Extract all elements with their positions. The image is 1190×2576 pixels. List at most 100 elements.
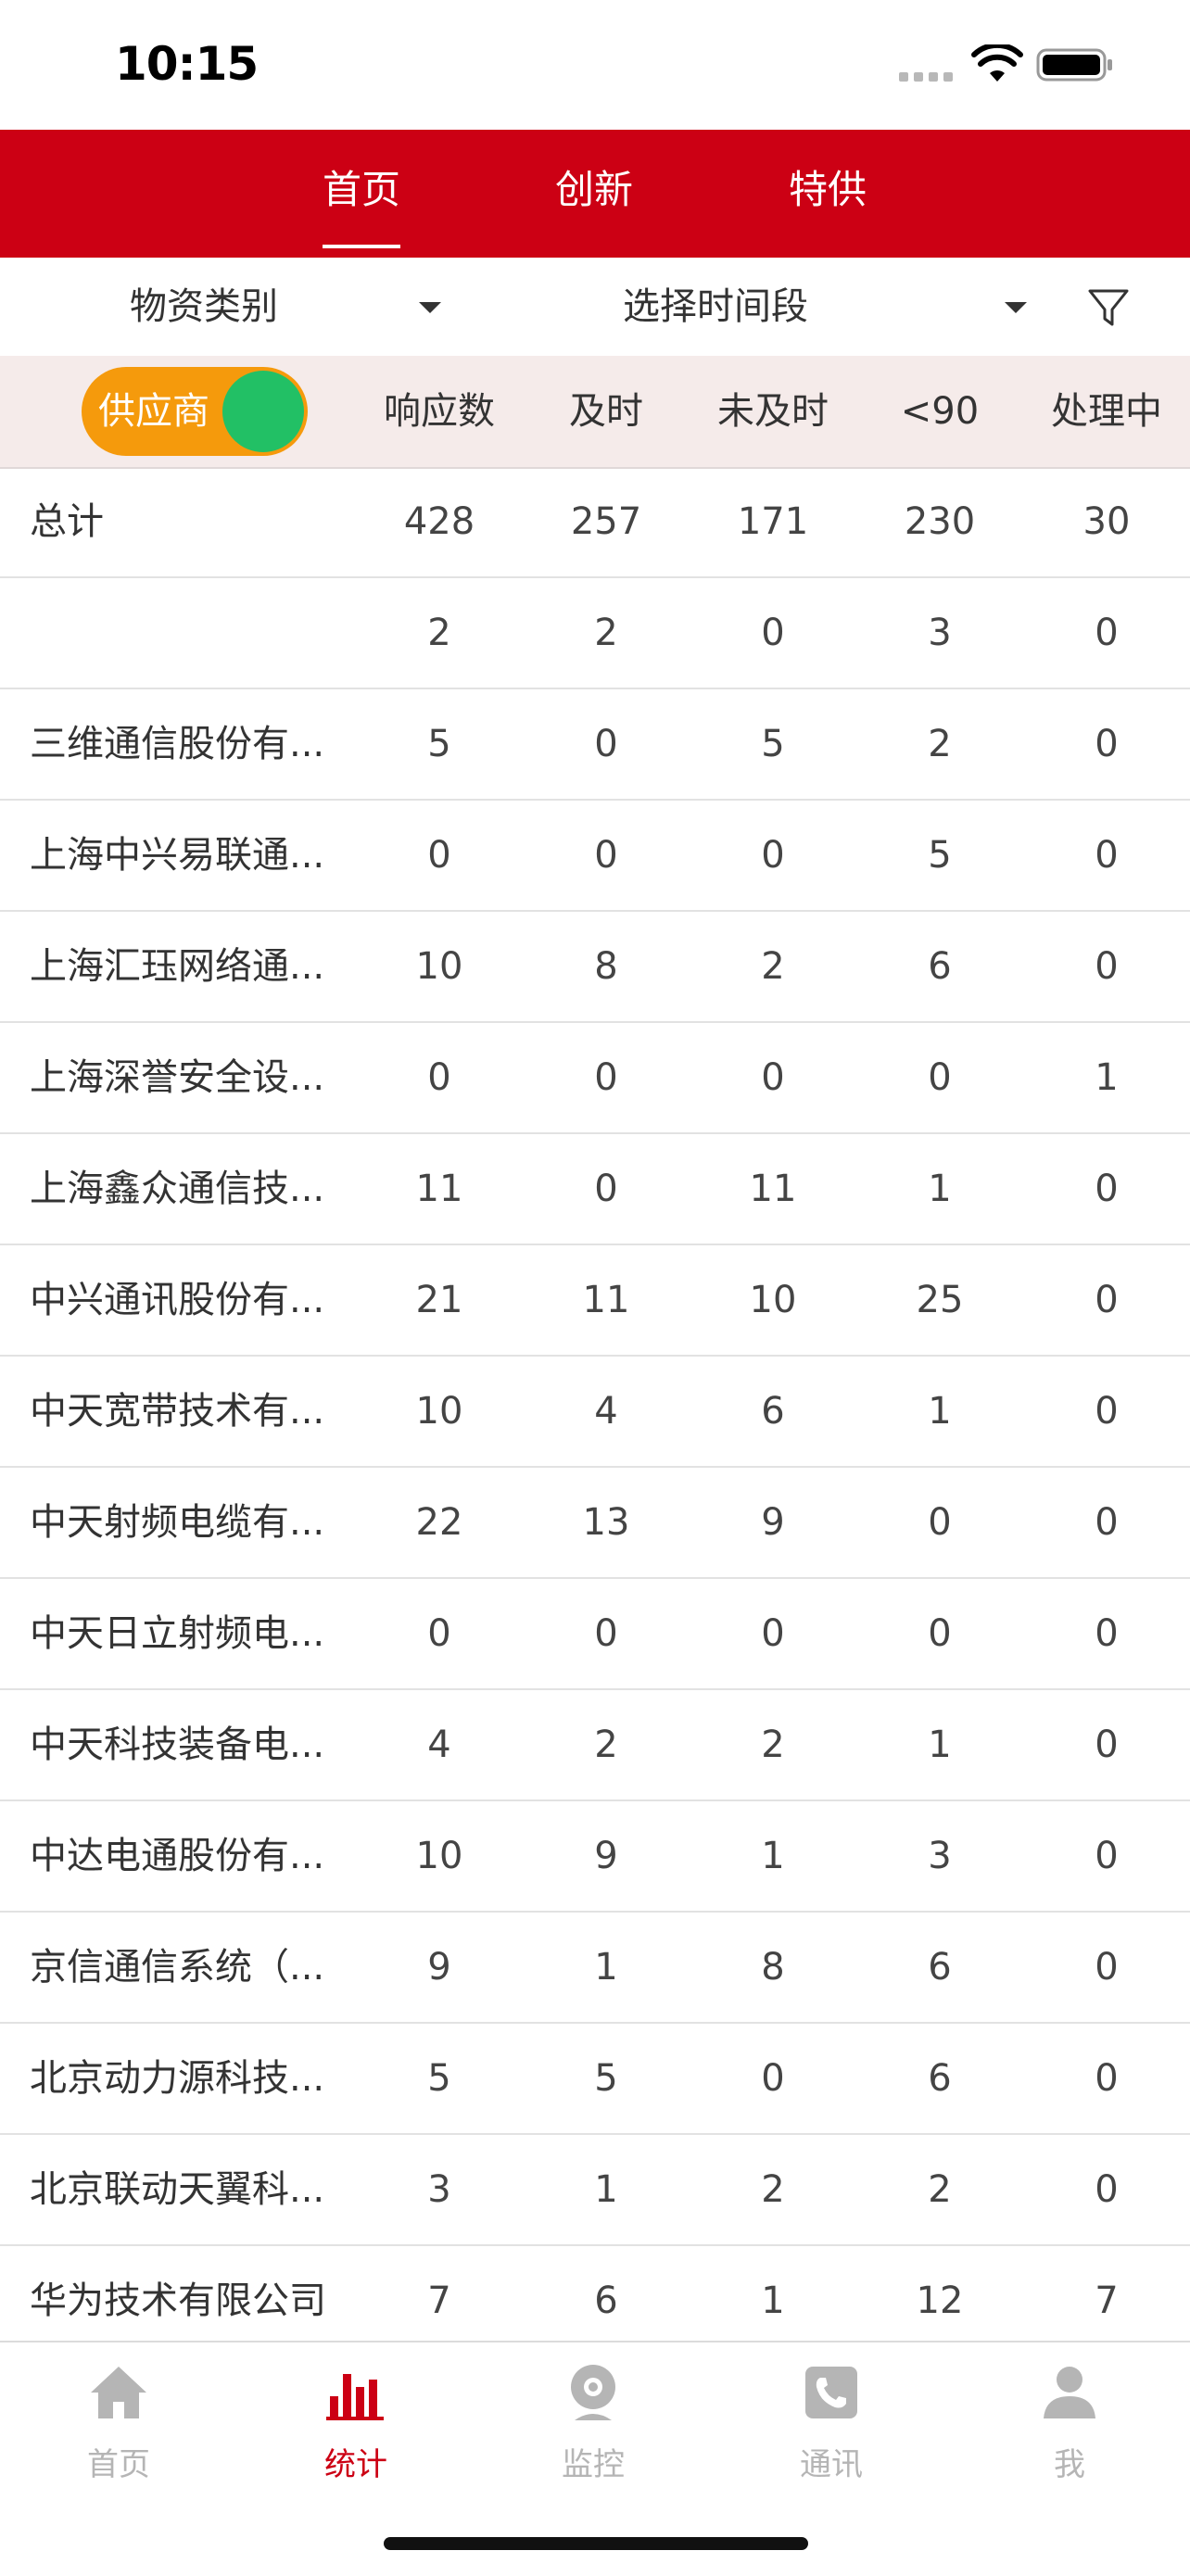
table-cell: 7 — [1095, 2279, 1119, 2322]
table-cell: 0 — [1095, 834, 1119, 877]
table-cell: 2 — [594, 1724, 618, 1766]
user-icon — [1044, 2367, 1095, 2418]
table-row[interactable]: 北京联动天翼科... 3 1 2 2 0 — [0, 2135, 1190, 2246]
table-cell: 0 — [1095, 723, 1119, 765]
table-cell: 0 — [1095, 1946, 1119, 1989]
table-cell: 11 — [582, 1279, 630, 1321]
bottom-tab-monitor-label: 监控 — [562, 2446, 625, 2483]
table-cell: 9 — [427, 1946, 451, 1989]
table-cell: 5 — [761, 723, 785, 765]
table-row[interactable]: 2 2 0 3 0 — [0, 578, 1190, 689]
column-header-under-90[interactable]: <90 — [856, 356, 1023, 467]
supplier-name: 总计 — [30, 500, 104, 543]
table-cell: 3 — [928, 1835, 952, 1877]
camera-icon — [571, 2365, 615, 2420]
table-cell: 30 — [1082, 500, 1131, 543]
table-row[interactable]: 中天宽带技术有... 10 4 6 1 0 — [0, 1357, 1190, 1468]
table-row[interactable]: 华为技术有限公司 7 6 1 12 7 — [0, 2246, 1190, 2339]
table-total-row[interactable]: 总计 428 257 171 230 30 — [0, 467, 1190, 578]
table-row[interactable]: 北京动力源科技... 5 5 0 6 0 — [0, 2024, 1190, 2135]
table-cell: 0 — [594, 1168, 618, 1210]
bottom-tab-home[interactable]: 首页 — [26, 2342, 211, 2500]
supplier-name: 上海鑫众通信技... — [30, 1168, 325, 1210]
period-dropdown-label: 选择时间段 — [623, 285, 808, 328]
period-dropdown[interactable]: 选择时间段 — [623, 258, 1031, 356]
table-cell: 0 — [1095, 2168, 1119, 2211]
table-cell: 10 — [415, 1390, 463, 1433]
table-cell: 0 — [427, 1056, 451, 1099]
tab-home-label: 首页 — [322, 167, 400, 212]
table-row[interactable]: 三维通信股份有... 5 0 5 2 0 — [0, 689, 1190, 801]
table-cell: 2 — [761, 2168, 785, 2211]
column-header-on-time[interactable]: 及时 — [523, 356, 690, 467]
column-header-responses[interactable]: 响应数 — [356, 356, 523, 467]
table-cell: 5 — [427, 2057, 451, 2100]
table-cell: 171 — [737, 500, 809, 543]
table-cell: 10 — [415, 945, 463, 988]
phone-icon — [805, 2367, 857, 2418]
table-cell: 1 — [761, 1835, 785, 1877]
filter-icon[interactable] — [1084, 284, 1133, 332]
table-cell: 1 — [761, 2279, 785, 2322]
table-cell: 8 — [761, 1946, 785, 1989]
tab-special-supply[interactable]: 特供 — [735, 130, 920, 258]
table-cell: 8 — [594, 945, 618, 988]
table-row[interactable]: 中达电通股份有... 10 9 1 3 0 — [0, 1801, 1190, 1913]
column-header-late[interactable]: 未及时 — [690, 356, 856, 467]
table-row[interactable]: 京信通信系统（... 9 1 8 6 0 — [0, 1913, 1190, 2024]
bottom-tab-monitor[interactable]: 监控 — [500, 2342, 686, 2500]
supplier-toggle[interactable]: 供应商 — [82, 367, 308, 456]
battery-icon — [1036, 48, 1112, 82]
table-cell: 3 — [427, 2168, 451, 2211]
table-cell: 6 — [761, 1390, 785, 1433]
filter-bar: 物资类别 选择时间段 — [0, 258, 1190, 356]
table-row[interactable]: 上海汇珏网络通... 10 8 2 6 0 — [0, 912, 1190, 1023]
table-cell: 12 — [916, 2279, 964, 2322]
table-cell: 1 — [928, 1168, 952, 1210]
category-dropdown-label: 物资类别 — [130, 285, 278, 328]
bottom-tab-contacts[interactable]: 通讯 — [739, 2342, 924, 2500]
table-cell: 3 — [928, 612, 952, 654]
table-row[interactable]: 中天日立射频电... 0 0 0 0 0 — [0, 1579, 1190, 1690]
table-cell: 2 — [427, 612, 451, 654]
column-header-processing[interactable]: 处理中 — [1023, 356, 1190, 467]
supplier-name: 上海中兴易联通... — [30, 834, 325, 877]
table-cell: 7 — [427, 2279, 451, 2322]
bottom-tab-stats-label: 统计 — [324, 2446, 387, 2483]
table-cell: 0 — [594, 1056, 618, 1099]
table-row[interactable]: 上海鑫众通信技... 11 0 11 1 0 — [0, 1134, 1190, 1245]
table-row[interactable]: 中天射频电缆有... 22 13 9 0 0 — [0, 1468, 1190, 1579]
table-cell: 6 — [594, 2279, 618, 2322]
table-row[interactable]: 中兴通讯股份有... 21 11 10 25 0 — [0, 1245, 1190, 1357]
bottom-tab-me-label: 我 — [1054, 2446, 1085, 2483]
supplier-table-body: 总计 428 257 171 230 30 2 2 0 3 0 三维通信股份有... 5 0 5 2 0 上海中兴… — [0, 467, 1190, 2339]
bottom-tab-contacts-label: 通讯 — [800, 2446, 863, 2483]
table-cell: 2 — [928, 2168, 952, 2211]
tab-innovation[interactable]: 创新 — [501, 130, 687, 258]
table-row[interactable]: 中天科技装备电... 4 2 2 1 0 — [0, 1690, 1190, 1801]
bottom-tab-stats[interactable]: 统计 — [263, 2342, 449, 2500]
table-cell: 9 — [594, 1835, 618, 1877]
supplier-name: 上海汇珏网络通... — [30, 945, 325, 988]
tab-special-supply-label: 特供 — [788, 167, 867, 212]
table-cell: 1 — [928, 1390, 952, 1433]
tab-home[interactable]: 首页 — [269, 130, 454, 258]
table-row[interactable]: 上海中兴易联通... 0 0 0 5 0 — [0, 801, 1190, 912]
table-row[interactable]: 上海深誉安全设... 0 0 0 0 1 — [0, 1023, 1190, 1134]
table-cell: 4 — [594, 1390, 618, 1433]
category-dropdown[interactable]: 物资类别 — [130, 258, 445, 356]
table-cell: 0 — [1095, 1724, 1119, 1766]
tab-innovation-label: 创新 — [554, 167, 633, 212]
table-cell: 13 — [582, 1501, 630, 1544]
status-time: 10:15 — [115, 37, 259, 91]
table-cell: 257 — [570, 500, 642, 543]
supplier-name: 京信通信系统（... — [30, 1946, 325, 1989]
table-cell: 0 — [928, 1056, 952, 1099]
table-cell: 6 — [928, 2057, 952, 2100]
table-cell: 6 — [928, 945, 952, 988]
table-cell: 0 — [594, 1612, 618, 1655]
supplier-name: 中达电通股份有... — [30, 1835, 325, 1877]
bottom-tab-me[interactable]: 我 — [977, 2342, 1162, 2500]
status-bar: 10:15 — [0, 0, 1190, 130]
bottom-tab-home-label: 首页 — [87, 2446, 150, 2483]
